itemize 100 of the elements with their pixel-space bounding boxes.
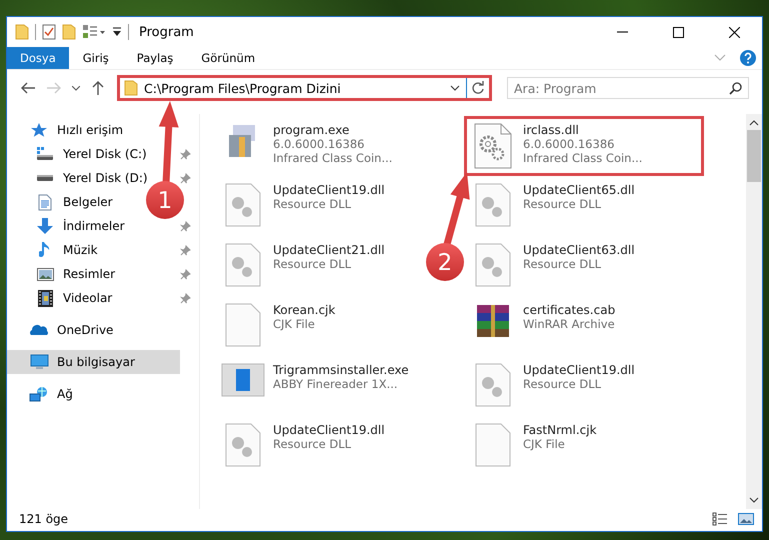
- file-name: UpdateClient65.dll: [523, 183, 635, 197]
- sidebar-item[interactable]: Bu bilgisayar: [7, 350, 180, 374]
- pin-icon[interactable]: [180, 148, 191, 160]
- dropdown-caret-icon[interactable]: [450, 85, 460, 91]
- properties-icon[interactable]: [42, 24, 56, 40]
- computer-icon: [30, 354, 48, 370]
- file-item[interactable]: program.exe 6.0.6000.16386 Infrared Class Coin...: [214, 116, 400, 176]
- file-item[interactable]: Trigrammsinstaller.exe ABBY Finereader 1X...: [214, 356, 416, 416]
- file-name: Korean.cjk: [273, 303, 336, 317]
- file-name: UpdateClient19.dll: [523, 363, 635, 377]
- cloud-icon: [29, 324, 49, 336]
- folder-icon: [124, 80, 138, 96]
- file-detail: Resource DLL: [523, 197, 602, 211]
- document-icon: [38, 194, 52, 210]
- file-detail: ABBY Finereader 1X...: [273, 377, 399, 391]
- pin-icon[interactable]: [180, 292, 191, 304]
- file-item[interactable]: UpdateClient65.dll Resource DLL: [464, 176, 642, 236]
- forward-arrow-icon: [47, 82, 61, 94]
- address-bar[interactable]: C:\Program Files\Program Dizini: [117, 75, 492, 101]
- sidebar-item[interactable]: Yerel Disk (D:): [7, 166, 148, 190]
- blank-file-icon: [475, 423, 511, 467]
- file-detail: Resource DLL: [523, 257, 602, 271]
- window-title: Program: [139, 24, 195, 40]
- dll-file-icon: [225, 243, 261, 287]
- settings-file-icon: [474, 123, 512, 169]
- film-strip-icon: [38, 290, 52, 306]
- pin-icon[interactable]: [180, 172, 191, 184]
- item-count: 121 öge: [19, 512, 70, 526]
- file-item[interactable]: UpdateClient19.dll Resource DLL: [214, 416, 392, 476]
- archive-icon: [475, 303, 511, 339]
- dll-file-icon: [475, 363, 511, 407]
- sidebar-item[interactable]: Belgeler: [7, 190, 113, 214]
- dll-file-icon: [225, 423, 261, 467]
- file-item[interactable]: UpdateClient21.dll Resource DLL: [214, 236, 392, 296]
- ribbon-tab[interactable]: Paylaş: [122, 47, 188, 69]
- maximize-icon: [672, 26, 684, 38]
- scrollbar[interactable]: [746, 114, 762, 509]
- help-icon[interactable]: [740, 50, 756, 66]
- view-options-icon[interactable]: [82, 24, 106, 40]
- file-name: irclass.dll: [523, 123, 580, 137]
- file-detail: CJK File: [523, 437, 566, 451]
- file-detail: Resource DLL: [273, 257, 352, 271]
- dll-file-icon: [475, 183, 511, 227]
- drive-icon: [36, 174, 54, 182]
- network-icon: [29, 386, 49, 402]
- back-arrow-icon: [21, 82, 35, 94]
- file-name: certificates.cab: [523, 303, 616, 317]
- pin-icon[interactable]: [180, 268, 191, 280]
- sidebar-item[interactable]: Yerel Disk (C:): [7, 142, 147, 166]
- file-name: Trigrammsinstaller.exe: [273, 363, 409, 377]
- file-detail: Resource DLL: [273, 437, 352, 451]
- dll-file-icon: [475, 243, 511, 287]
- sidebar-item[interactable]: Müzik: [7, 238, 98, 262]
- installer-icon: [221, 363, 265, 397]
- sidebar-item[interactable]: Videolar: [7, 286, 112, 310]
- sidebar-item[interactable]: OneDrive: [7, 318, 114, 342]
- file-item[interactable]: certificates.cab WinRAR Archive: [464, 296, 622, 356]
- sidebar-item[interactable]: Resimler: [7, 262, 116, 286]
- up-arrow-icon: [92, 81, 104, 95]
- sidebar-item[interactable]: İndirmeler: [7, 214, 125, 238]
- ribbon-tab[interactable]: Görünüm: [187, 47, 270, 69]
- pin-icon[interactable]: [180, 244, 191, 256]
- scroll-thumb[interactable]: [747, 130, 761, 182]
- search-field[interactable]: Ara: Program: [507, 77, 749, 99]
- file-detail: WinRAR Archive: [523, 317, 616, 331]
- customize-toolbar-icon[interactable]: [112, 26, 122, 38]
- file-item[interactable]: FastNrml.cjk CJK File: [464, 416, 604, 476]
- search-icon[interactable]: [729, 82, 742, 95]
- ribbon-tab[interactable]: Giriş: [68, 47, 123, 69]
- file-item[interactable]: Korean.cjk CJK File: [214, 296, 342, 356]
- scroll-down-icon[interactable]: [749, 497, 759, 503]
- step-badge: 2: [426, 243, 464, 281]
- scroll-up-icon[interactable]: [749, 120, 759, 126]
- file-item[interactable]: UpdateClient19.dll Resource DLL: [214, 176, 392, 236]
- file-name: UpdateClient19.dll: [273, 183, 385, 197]
- file-detail: CJK File: [273, 317, 316, 331]
- large-icons-view-icon[interactable]: [738, 512, 754, 526]
- refresh-icon[interactable]: [471, 81, 485, 95]
- file-name: FastNrml.cjk: [523, 423, 597, 437]
- blank-file-icon: [225, 303, 261, 347]
- file-name: UpdateClient19.dll: [273, 423, 385, 437]
- music-note-icon: [39, 241, 51, 259]
- file-detail: Resource DLL: [523, 377, 602, 391]
- pin-icon[interactable]: [180, 220, 191, 232]
- file-name: UpdateClient21.dll: [273, 243, 385, 257]
- sidebar-item[interactable]: Ağ: [7, 382, 73, 406]
- file-item[interactable]: UpdateClient63.dll Resource DLL: [464, 236, 642, 296]
- close-icon: [728, 26, 740, 38]
- file-detail: Infrared Class Coin...: [523, 151, 642, 165]
- drive-icon: [36, 147, 54, 161]
- file-detail: Resource DLL: [273, 197, 352, 211]
- file-item[interactable]: irclass.dll 6.0.6000.16386 Infrared Class Coin...: [464, 116, 704, 176]
- file-item[interactable]: UpdateClient19.dll Resource DLL: [464, 356, 642, 416]
- sidebar-item[interactable]: Hızlı erişim: [7, 118, 124, 142]
- caret-icon: [72, 86, 80, 90]
- ribbon-tab[interactable]: Dosya: [7, 47, 69, 69]
- expand-ribbon-icon[interactable]: [714, 54, 726, 62]
- details-view-icon[interactable]: [712, 512, 728, 526]
- file-detail: Infrared Class Coin...: [273, 151, 392, 165]
- picture-icon: [36, 268, 54, 280]
